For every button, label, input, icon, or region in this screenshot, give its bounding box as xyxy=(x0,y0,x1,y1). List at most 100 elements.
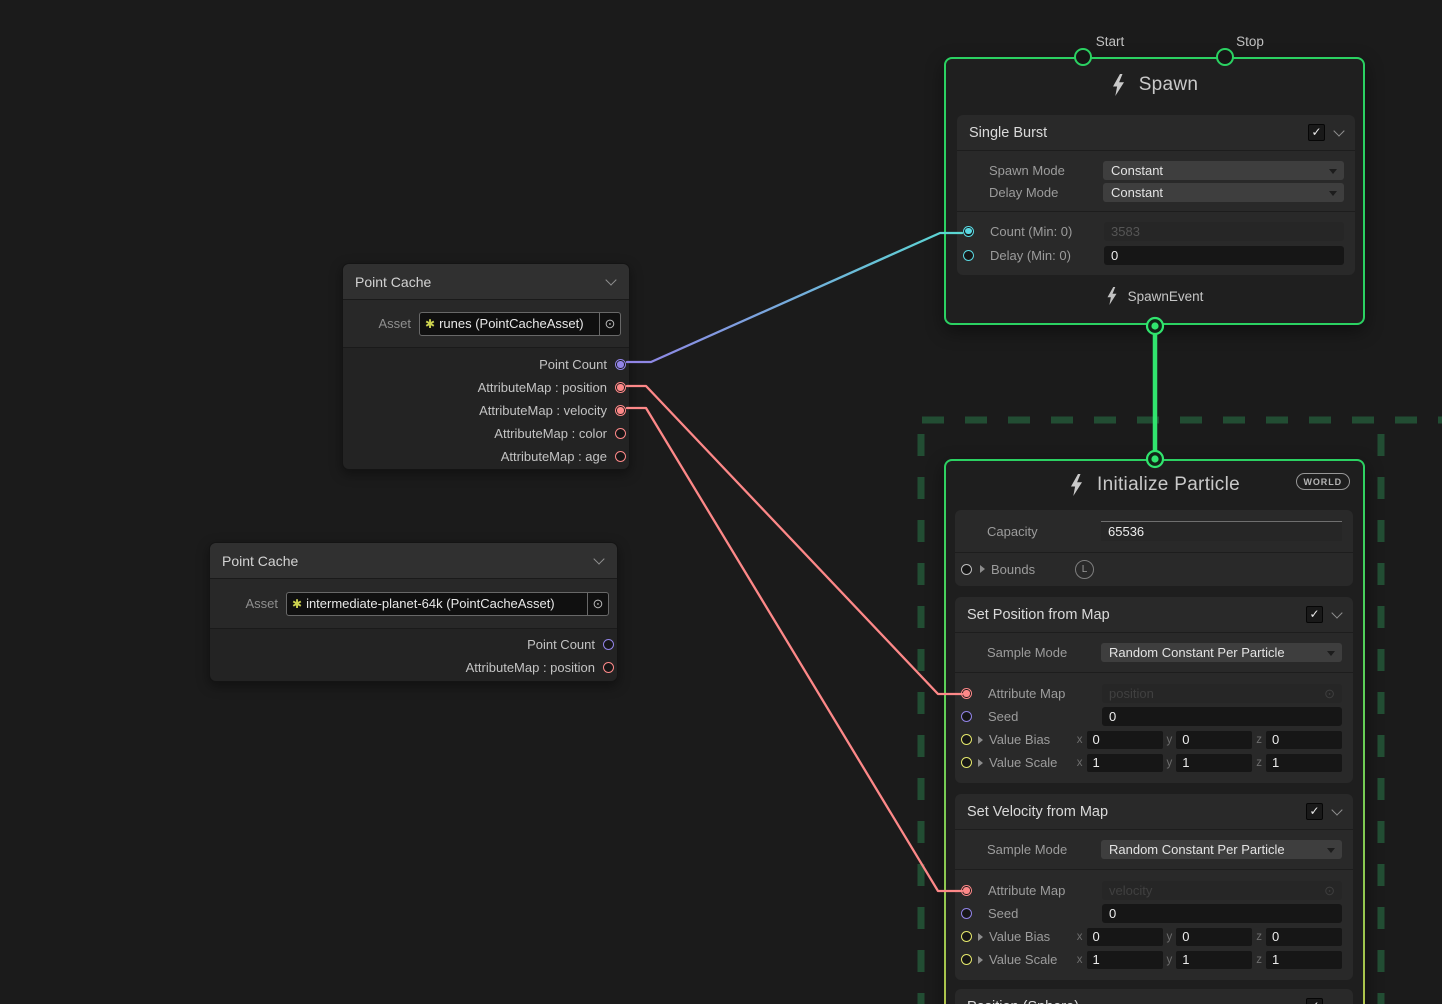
asset-row: Asset ✱ runes (PointCacheAsset) ⊙ xyxy=(343,299,629,348)
set-velocity-enabled-checkbox[interactable]: ✓ xyxy=(1306,803,1323,820)
value-scale-y-field[interactable]: 1 xyxy=(1176,754,1252,772)
flow-input-port-stop[interactable] xyxy=(1216,48,1234,66)
spawn-context-node[interactable]: Start Stop Spawn Single Burst ✓ Spawn Mo… xyxy=(944,57,1365,325)
value-bias-z-field[interactable]: 0 xyxy=(1266,928,1342,946)
initialize-particle-context-node[interactable]: Initialize Particle WORLD Capacity 65536… xyxy=(944,459,1365,1004)
capacity-field[interactable]: 65536 xyxy=(1101,521,1342,541)
delay-field[interactable]: 0 xyxy=(1104,246,1344,265)
value-scale-input-port[interactable] xyxy=(961,954,972,965)
capacity-bounds-block: Capacity 65536 Bounds L xyxy=(955,510,1353,586)
value-bias-expander-icon[interactable] xyxy=(978,736,983,744)
y-axis-label: y xyxy=(1167,734,1173,746)
position-sphere-collapse-chevron-icon[interactable] xyxy=(1331,999,1342,1004)
value-scale-x-field[interactable]: 1 xyxy=(1087,754,1163,772)
node-collapse-chevron-icon[interactable] xyxy=(605,274,616,285)
sample-mode-row: Sample Mode Random Constant Per Particle xyxy=(955,641,1353,664)
delay-mode-dropdown[interactable]: Constant xyxy=(1103,183,1344,202)
value-bias-x-field[interactable]: 0 xyxy=(1087,928,1163,946)
value-scale-row: Value Scale x 1 y 1 z 1 xyxy=(955,751,1353,774)
asset-object-field[interactable]: ✱ runes (PointCacheAsset) ⊙ xyxy=(419,312,621,336)
sample-mode-dropdown[interactable]: Random Constant Per Particle xyxy=(1101,840,1342,859)
value-bias-input-port[interactable] xyxy=(961,734,972,745)
node-collapse-chevron-icon[interactable] xyxy=(593,553,604,564)
object-picker-icon: ⊙ xyxy=(1324,883,1335,899)
bounds-input-port[interactable] xyxy=(961,564,972,575)
object-picker-icon[interactable]: ⊙ xyxy=(587,593,608,615)
count-field[interactable]: 3583 xyxy=(1104,222,1344,241)
value-scale-input-port[interactable] xyxy=(961,757,972,768)
value-scale-z-field[interactable]: 1 xyxy=(1266,754,1342,772)
z-axis-label: z xyxy=(1256,954,1262,966)
value-bias-expander-icon[interactable] xyxy=(978,933,983,941)
attributemap-velocity-output-port[interactable] xyxy=(615,405,626,416)
edge-pointcount-to-count[interactable] xyxy=(627,233,962,362)
set-position-collapse-chevron-icon[interactable] xyxy=(1331,607,1342,618)
x-axis-label: x xyxy=(1077,734,1083,746)
local-space-toggle[interactable]: L xyxy=(1075,560,1094,579)
attributemap-position-output-port[interactable] xyxy=(615,382,626,393)
attributemap-color-output-port[interactable] xyxy=(615,428,626,439)
edge-velocity-to-attributemap[interactable] xyxy=(627,408,962,891)
delay-input-port[interactable] xyxy=(963,250,974,261)
value-bias-y-field[interactable]: 0 xyxy=(1176,731,1252,749)
value-scale-y-field[interactable]: 1 xyxy=(1176,951,1252,969)
value-bias-input-port[interactable] xyxy=(961,931,972,942)
seed-row: Seed 0 xyxy=(955,705,1353,728)
set-position-enabled-checkbox[interactable]: ✓ xyxy=(1306,606,1323,623)
attributemap-age-output-port[interactable] xyxy=(615,451,626,462)
single-burst-collapse-chevron-icon[interactable] xyxy=(1333,125,1344,136)
output-row: AttributeMap : velocity xyxy=(343,399,629,422)
set-velocity-collapse-chevron-icon[interactable] xyxy=(1331,804,1342,815)
value-scale-z-field[interactable]: 1 xyxy=(1266,951,1342,969)
point-cache-runes-node[interactable]: Point Cache Asset ✱ runes (PointCacheAss… xyxy=(342,263,630,470)
value-bias-y-field[interactable]: 0 xyxy=(1176,928,1252,946)
value-scale-expander-icon[interactable] xyxy=(978,956,983,964)
attribute-map-row: Attribute Map velocity ⊙ xyxy=(955,879,1353,902)
count-input-port[interactable] xyxy=(963,226,974,237)
point-count-output-port[interactable] xyxy=(603,639,614,650)
lightning-icon xyxy=(1111,74,1126,96)
seed-field[interactable]: 0 xyxy=(1102,707,1342,726)
single-burst-block[interactable]: Single Burst ✓ Spawn Mode Constant Delay… xyxy=(957,115,1355,275)
value-bias-x-field[interactable]: 0 xyxy=(1087,731,1163,749)
attribute-map-input-port[interactable] xyxy=(961,688,972,699)
output-label: AttributeMap : position xyxy=(466,660,595,675)
attribute-map-value: position xyxy=(1109,686,1154,701)
position-sphere-enabled-checkbox[interactable]: ✓ xyxy=(1306,998,1323,1004)
value-bias-z-field[interactable]: 0 xyxy=(1266,731,1342,749)
edge-position-to-attributemap[interactable] xyxy=(627,386,962,694)
x-axis-label: x xyxy=(1077,757,1083,769)
point-cache-runes-header[interactable]: Point Cache xyxy=(343,264,629,299)
flow-input-port-start[interactable] xyxy=(1074,48,1092,66)
point-cache-planet-header[interactable]: Point Cache xyxy=(210,543,617,578)
spawn-mode-dropdown[interactable]: Constant xyxy=(1103,161,1344,180)
object-picker-icon[interactable]: ⊙ xyxy=(599,313,620,335)
sample-mode-dropdown[interactable]: Random Constant Per Particle xyxy=(1101,643,1342,662)
output-row: Point Count xyxy=(343,353,629,376)
seed-input-port[interactable] xyxy=(961,908,972,919)
vfx-graph-canvas[interactable]: Start Stop Spawn Single Burst ✓ Spawn Mo… xyxy=(0,0,1442,1004)
position-sphere-block[interactable]: Position (Sphere) ✓ xyxy=(955,989,1353,1004)
attribute-map-field[interactable]: position ⊙ xyxy=(1102,684,1342,703)
seed-field[interactable]: 0 xyxy=(1102,904,1342,923)
point-count-output-port[interactable] xyxy=(615,359,626,370)
attribute-map-label: Attribute Map xyxy=(988,883,1102,898)
single-burst-enabled-checkbox[interactable]: ✓ xyxy=(1308,124,1325,141)
attribute-map-input-port[interactable] xyxy=(961,885,972,896)
point-cache-planet-node[interactable]: Point Cache Asset ✱ intermediate-planet-… xyxy=(209,542,618,682)
set-position-from-map-block[interactable]: Set Position from Map ✓ Sample Mode Rand… xyxy=(955,597,1353,783)
asset-object-field[interactable]: ✱ intermediate-planet-64k (PointCacheAss… xyxy=(286,592,609,616)
value-scale-expander-icon[interactable] xyxy=(978,759,983,767)
attribute-map-field[interactable]: velocity ⊙ xyxy=(1102,881,1342,900)
z-axis-label: z xyxy=(1256,931,1262,943)
value-scale-row: Value Scale x 1 y 1 z 1 xyxy=(955,948,1353,971)
seed-input-port[interactable] xyxy=(961,711,972,722)
bounds-expander-icon[interactable] xyxy=(980,565,985,573)
world-space-badge[interactable]: WORLD xyxy=(1296,473,1351,490)
x-axis-label: x xyxy=(1077,931,1083,943)
set-velocity-from-map-block[interactable]: Set Velocity from Map ✓ Sample Mode Rand… xyxy=(955,794,1353,980)
seed-label: Seed xyxy=(988,906,1102,921)
attributemap-position-output-port[interactable] xyxy=(603,662,614,673)
output-row: Point Count xyxy=(210,633,617,656)
value-scale-x-field[interactable]: 1 xyxy=(1087,951,1163,969)
